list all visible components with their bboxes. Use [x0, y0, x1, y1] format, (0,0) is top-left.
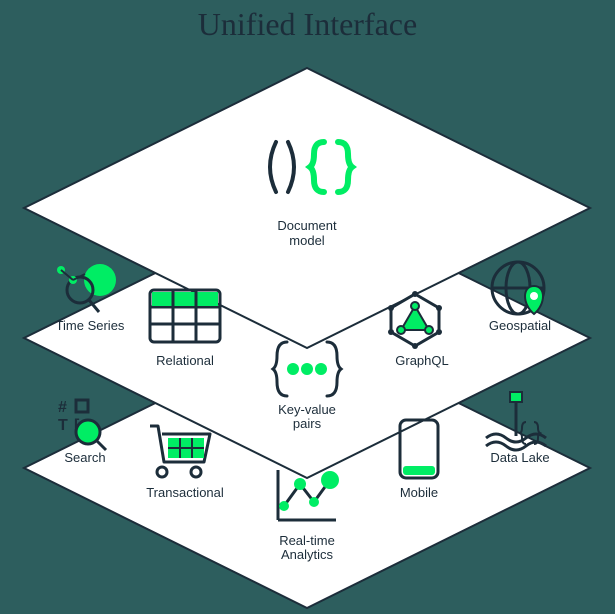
document-model-label-line2: model — [289, 233, 325, 248]
search-label: Search — [64, 450, 105, 465]
key-value-label-l2: pairs — [293, 416, 322, 431]
key-value-label-l1: Key-value — [278, 402, 336, 417]
svg-text:#: # — [58, 399, 67, 416]
analytics-label-l2: Analytics — [281, 547, 334, 562]
document-model-label-line1: Document — [277, 218, 337, 233]
page-title: Unified Interface — [0, 6, 615, 43]
time-series-label: Time Series — [56, 318, 125, 333]
analytics-label-l1: Real-time — [279, 533, 335, 548]
relational-label: Relational — [156, 353, 214, 368]
search-icon: # T [ — [58, 399, 106, 450]
transactional-label: Transactional — [146, 485, 224, 500]
geospatial-label: Geospatial — [489, 318, 551, 333]
layers-diagram: Document model Document model Time Serie… — [0, 0, 615, 614]
data-lake-label: Data Lake — [490, 450, 549, 465]
graphql-label: GraphQL — [395, 353, 448, 368]
svg-text:T: T — [58, 417, 68, 434]
mobile-label: Mobile — [400, 485, 438, 500]
